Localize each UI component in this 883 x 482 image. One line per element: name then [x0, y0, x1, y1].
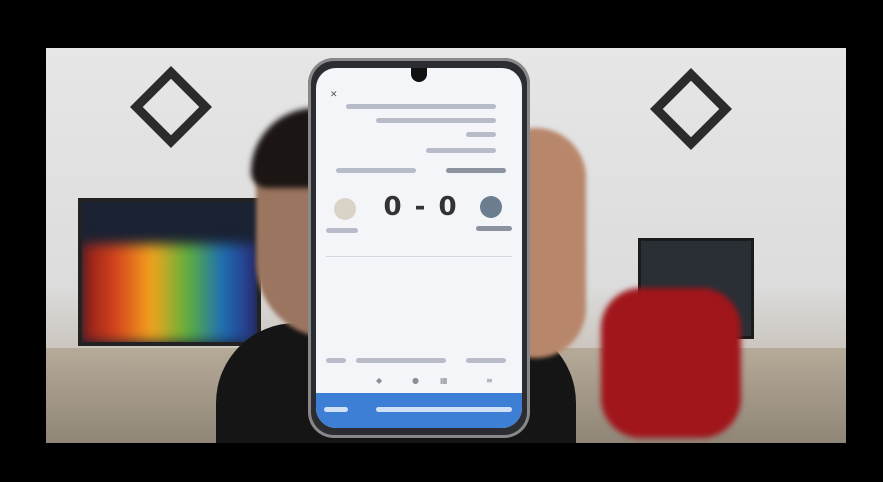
mic-icon[interactable]: ● — [412, 376, 419, 385]
text-line — [346, 104, 496, 109]
team-logo-away-icon — [480, 196, 502, 218]
text-line — [326, 358, 346, 363]
text-line — [466, 132, 496, 137]
bottom-banner[interactable] — [316, 393, 522, 428]
team-name-home-line — [326, 228, 358, 233]
team-logo-home-icon — [334, 198, 356, 220]
match-header-line — [446, 168, 506, 173]
text-line — [376, 118, 496, 123]
text-line — [466, 358, 506, 363]
video-frame: ✕ 0 - 0 ◆ ● ▦ ≡ — [0, 0, 883, 482]
banner-text-line — [324, 407, 348, 412]
wall-shelf-right — [649, 67, 733, 151]
smartphone: ✕ 0 - 0 ◆ ● ▦ ≡ — [308, 58, 530, 438]
match-score-card[interactable]: 0 - 0 — [326, 176, 512, 246]
match-score: 0 - 0 — [383, 192, 459, 222]
team-name-away-line — [476, 226, 512, 231]
banner-text-line — [376, 407, 512, 412]
text-line — [426, 148, 496, 153]
back-icon[interactable]: ✕ — [330, 90, 338, 100]
grid-icon[interactable]: ▦ — [440, 376, 448, 385]
text-line — [356, 358, 446, 363]
match-header-line — [336, 168, 416, 173]
divider — [326, 256, 512, 257]
phone-screen: ✕ 0 - 0 ◆ ● ▦ ≡ — [316, 68, 522, 428]
pin-icon[interactable]: ◆ — [376, 376, 382, 385]
menu-icon[interactable]: ≡ — [486, 376, 493, 385]
red-chair — [601, 288, 741, 438]
status-bar — [324, 72, 514, 82]
wall-shelf-left — [129, 65, 213, 149]
